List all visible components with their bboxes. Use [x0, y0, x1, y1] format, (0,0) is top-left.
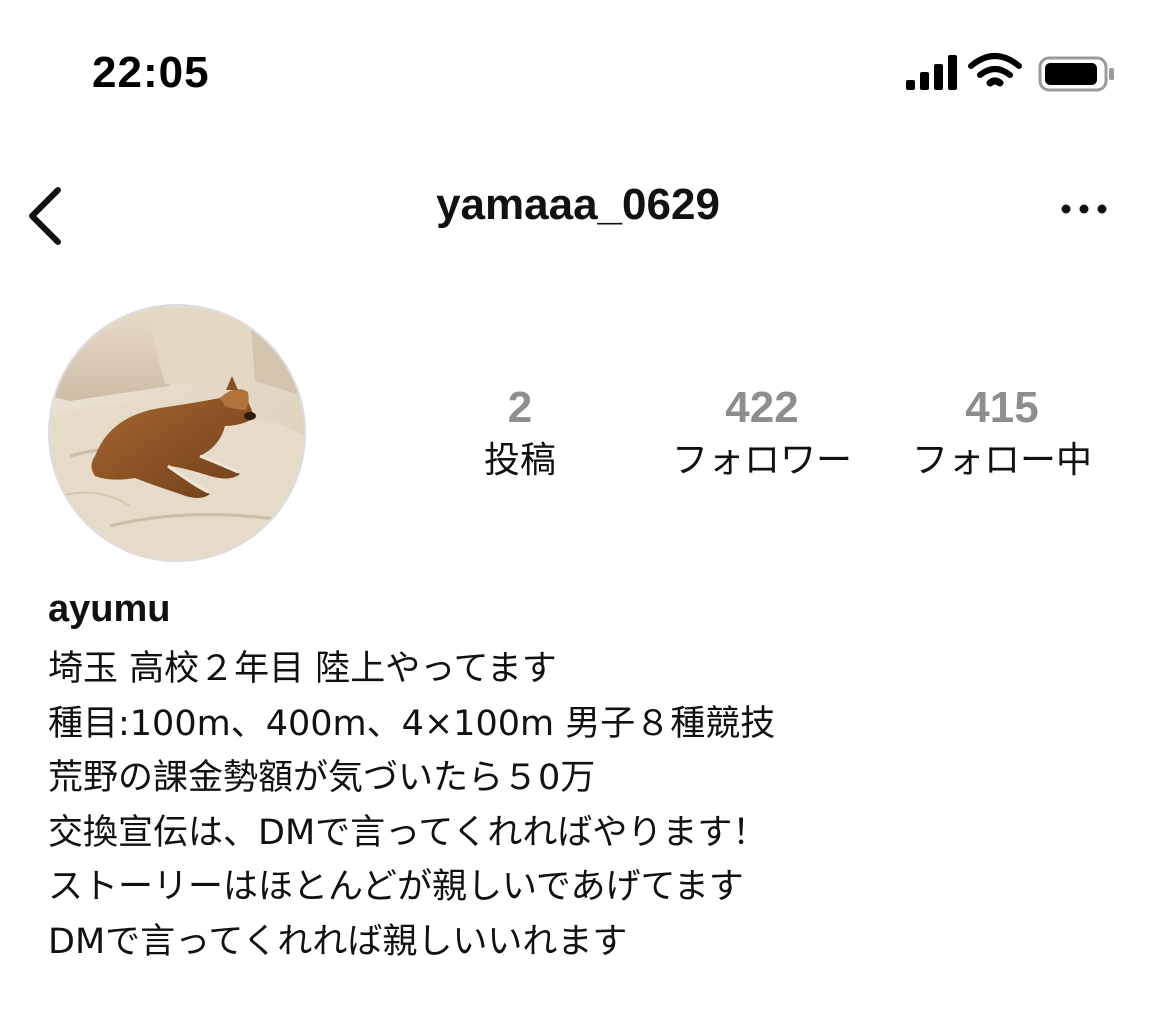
wifi-icon [968, 53, 1022, 87]
profile-photo [50, 306, 304, 560]
bio-line: ストーリーはほとんどが親しいであげてます [48, 867, 744, 907]
more-options-button[interactable] [1056, 184, 1116, 234]
stat-following[interactable]: 415 フォロー中 [882, 380, 1122, 486]
bio-line: 荒野の課金勢額が気づいたら５0万 [48, 758, 596, 798]
cellular-signal-icon [906, 55, 957, 90]
bio-line: 種目:100m、400m、4×100m 男子８種競技 [48, 703, 776, 744]
stat-following-label: フォロー中 [911, 440, 1092, 481]
stat-followers-label: フォロワー [671, 440, 852, 481]
status-icons [906, 52, 1116, 96]
bio-line: DMで言ってくれれば親しいいれます [48, 921, 628, 962]
stat-posts-label: 投稿 [483, 440, 556, 481]
status-bar: 22:05 [0, 0, 1156, 150]
status-time: 22:05 [92, 48, 210, 97]
stat-posts-count: 2 [507, 383, 533, 432]
profile-display-name: ayumu [48, 588, 171, 630]
profile-username-title: yamaaa_0629 [436, 180, 720, 229]
profile-bio: 埼玉 高校２年目 陸上やってます 種目:100m、400m、4×100m 男子８… [48, 642, 1128, 969]
stat-posts[interactable]: 2 投稿 [400, 380, 640, 486]
more-horizontal-icon [1061, 204, 1107, 214]
nav-bar: yamaaa_0629 [0, 160, 1156, 260]
battery-icon [1038, 56, 1114, 92]
stat-followers-count: 422 [725, 383, 799, 432]
bio-line: 埼玉 高校２年目 陸上やってます [48, 649, 557, 689]
stat-followers[interactable]: 422 フォロワー [642, 380, 882, 486]
stat-following-count: 415 [965, 383, 1039, 432]
bio-line: 交換宣伝は、DMで言ってくれればやります！ [48, 812, 768, 853]
avatar[interactable] [48, 304, 306, 562]
profile-stats: 2 投稿 422 フォロワー 415 フォロー中 [430, 380, 1130, 500]
